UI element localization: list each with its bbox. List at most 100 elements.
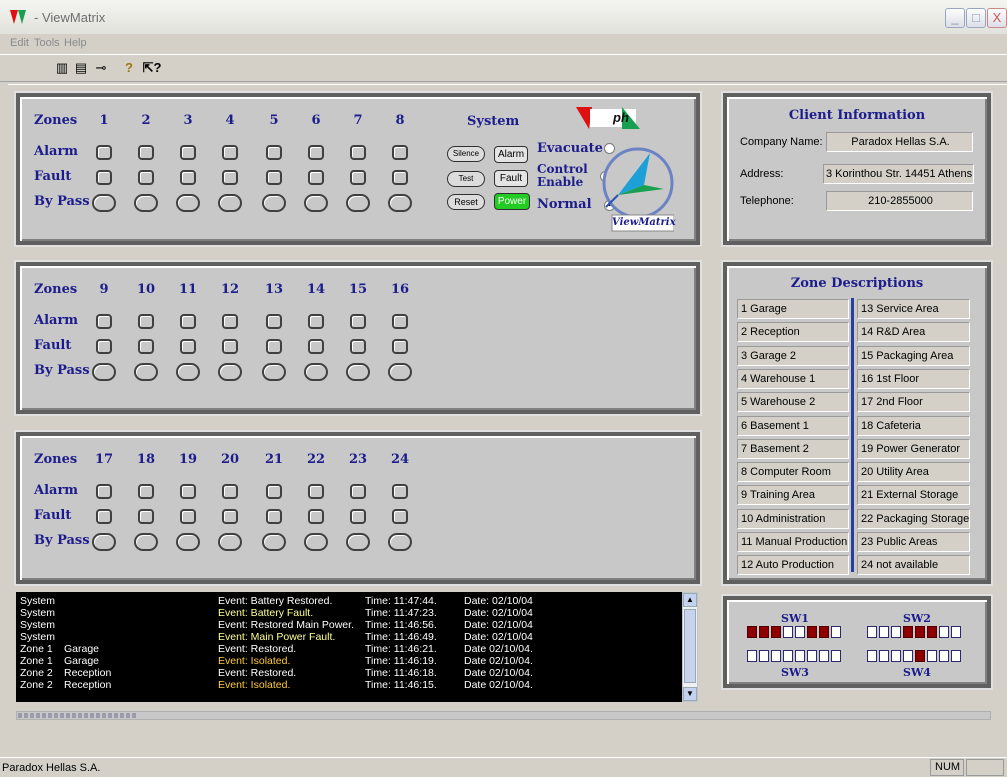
help-icon[interactable]: ?: [120, 60, 138, 76]
zone-desc-item[interactable]: 8 Computer Room: [737, 462, 849, 483]
zone-15-bypass-button[interactable]: [346, 363, 370, 381]
zone-number[interactable]: 10: [134, 282, 158, 297]
zone-10-bypass-button[interactable]: [134, 363, 158, 381]
zone-12-bypass-button[interactable]: [218, 363, 242, 381]
zone-desc-item[interactable]: 19 Power Generator: [857, 438, 970, 459]
zones-label[interactable]: Zones: [34, 282, 77, 297]
zone-number[interactable]: 21: [262, 452, 286, 467]
zone-23-bypass-button[interactable]: [346, 533, 370, 551]
zone-desc-item[interactable]: 9 Training Area: [737, 485, 849, 506]
bypass-label[interactable]: By Pass: [34, 194, 90, 209]
zone-number[interactable]: 18: [134, 452, 158, 467]
zone-number[interactable]: 9: [92, 282, 116, 297]
zone-number[interactable]: 23: [346, 452, 370, 467]
zone-number[interactable]: 6: [304, 113, 328, 128]
zone-desc-item[interactable]: 11 Manual Production: [737, 532, 849, 552]
menu-tools[interactable]: Tools: [34, 37, 60, 49]
zone-desc-item[interactable]: 3 Garage 2: [737, 345, 849, 366]
zone-16-bypass-button[interactable]: [388, 363, 412, 381]
columns-icon[interactable]: ▥: [53, 60, 71, 76]
zone-number[interactable]: 17: [92, 452, 116, 467]
zone-number[interactable]: 24: [388, 452, 412, 467]
zone-number[interactable]: 22: [304, 452, 328, 467]
zone-number[interactable]: 8: [388, 113, 412, 128]
zone-desc-item[interactable]: 5 Warehouse 2: [737, 392, 849, 413]
zone-8-bypass-button[interactable]: [388, 194, 412, 212]
bypass-label[interactable]: By Pass: [34, 533, 90, 548]
zone-number[interactable]: 16: [388, 282, 412, 297]
scroll-up-icon[interactable]: ▲: [683, 593, 697, 607]
reset-button[interactable]: Reset: [447, 194, 485, 210]
zone-desc-item[interactable]: 15 Packaging Area: [857, 345, 970, 366]
zone-number[interactable]: 4: [218, 113, 242, 128]
zone-desc-item[interactable]: 20 Utility Area: [857, 462, 970, 483]
silence-button[interactable]: Silence: [447, 146, 485, 162]
zone-number[interactable]: 13: [262, 282, 286, 297]
zone-6-bypass-button[interactable]: [304, 194, 328, 212]
zone-desc-item[interactable]: 24 not available: [857, 555, 970, 576]
zone-desc-item[interactable]: 1 Garage: [737, 299, 849, 319]
context-help-icon[interactable]: ⇱?: [140, 60, 164, 76]
zone-19-bypass-button[interactable]: [176, 533, 200, 551]
zone-number[interactable]: 1: [92, 113, 116, 128]
zone-desc-item[interactable]: 2 Reception: [737, 322, 849, 343]
zone-desc-item[interactable]: 13 Service Area: [857, 299, 970, 319]
zone-number[interactable]: 14: [304, 282, 328, 297]
zone-4-bypass-button[interactable]: [218, 194, 242, 212]
zone-desc-item[interactable]: 7 Basement 2: [737, 438, 849, 459]
zone-9-bypass-button[interactable]: [92, 363, 116, 381]
zone-number[interactable]: 7: [346, 113, 370, 128]
zone-number[interactable]: 15: [346, 282, 370, 297]
zone-3-bypass-button[interactable]: [176, 194, 200, 212]
zone-17-bypass-button[interactable]: [92, 533, 116, 551]
zone-20-bypass-button[interactable]: [218, 533, 242, 551]
zone-desc-item[interactable]: 22 Packaging Storage: [857, 508, 970, 529]
zone-desc-item[interactable]: 17 2nd Floor: [857, 392, 970, 413]
arrow-key-icon[interactable]: ⊸: [92, 60, 110, 76]
bypass-label[interactable]: By Pass: [34, 363, 90, 378]
alarm-label[interactable]: Alarm: [34, 483, 78, 498]
zone-24-bypass-button[interactable]: [388, 533, 412, 551]
fault-label[interactable]: Fault: [34, 338, 71, 353]
zone-desc-item[interactable]: 23 Public Areas: [857, 532, 970, 552]
zone-13-bypass-button[interactable]: [262, 363, 286, 381]
zone-desc-item[interactable]: 14 R&D Area: [857, 322, 970, 343]
zone-desc-item[interactable]: 16 1st Floor: [857, 368, 970, 389]
zone-18-bypass-button[interactable]: [134, 533, 158, 551]
scroll-down-icon[interactable]: ▼: [683, 687, 697, 701]
zone-desc-item[interactable]: 21 External Storage: [857, 485, 970, 506]
zone-number[interactable]: 5: [262, 113, 286, 128]
menu-edit[interactable]: Edit: [10, 37, 29, 49]
zone-5-bypass-button[interactable]: [262, 194, 286, 212]
zone-number[interactable]: 11: [176, 282, 200, 297]
list-icon[interactable]: ▤: [72, 60, 90, 76]
fault-label[interactable]: Fault: [34, 169, 71, 184]
zone-desc-item[interactable]: 4 Warehouse 1: [737, 368, 849, 389]
zone-number[interactable]: 3: [176, 113, 200, 128]
zone-desc-item[interactable]: 10 Administration: [737, 508, 849, 529]
zone-22-bypass-button[interactable]: [304, 533, 328, 551]
alarm-label[interactable]: Alarm: [34, 313, 78, 328]
fault-label[interactable]: Fault: [34, 508, 71, 523]
zone-number[interactable]: 2: [134, 113, 158, 128]
zone-2-bypass-button[interactable]: [134, 194, 158, 212]
zone-desc-item[interactable]: 18 Cafeteria: [857, 415, 970, 436]
zone-desc-item[interactable]: 6 Basement 1: [737, 415, 849, 436]
zones-label[interactable]: Zones: [34, 452, 77, 467]
test-button[interactable]: Test: [447, 171, 485, 187]
close-button[interactable]: X: [987, 8, 1007, 28]
zone-desc-item[interactable]: 12 Auto Production: [737, 555, 849, 576]
zone-number[interactable]: 19: [176, 452, 200, 467]
zones-label[interactable]: Zones: [34, 113, 77, 128]
zone-7-bypass-button[interactable]: [346, 194, 370, 212]
zone-1-bypass-button[interactable]: [92, 194, 116, 212]
zone-21-bypass-button[interactable]: [262, 533, 286, 551]
menu-help[interactable]: Help: [64, 37, 87, 49]
alarm-label[interactable]: Alarm: [34, 144, 78, 159]
zone-11-bypass-button[interactable]: [176, 363, 200, 381]
zone-number[interactable]: 12: [218, 282, 242, 297]
maximize-button[interactable]: □: [966, 8, 986, 28]
zone-number[interactable]: 20: [218, 452, 242, 467]
scroll-thumb[interactable]: [684, 609, 696, 683]
minimize-button[interactable]: _: [945, 8, 965, 28]
